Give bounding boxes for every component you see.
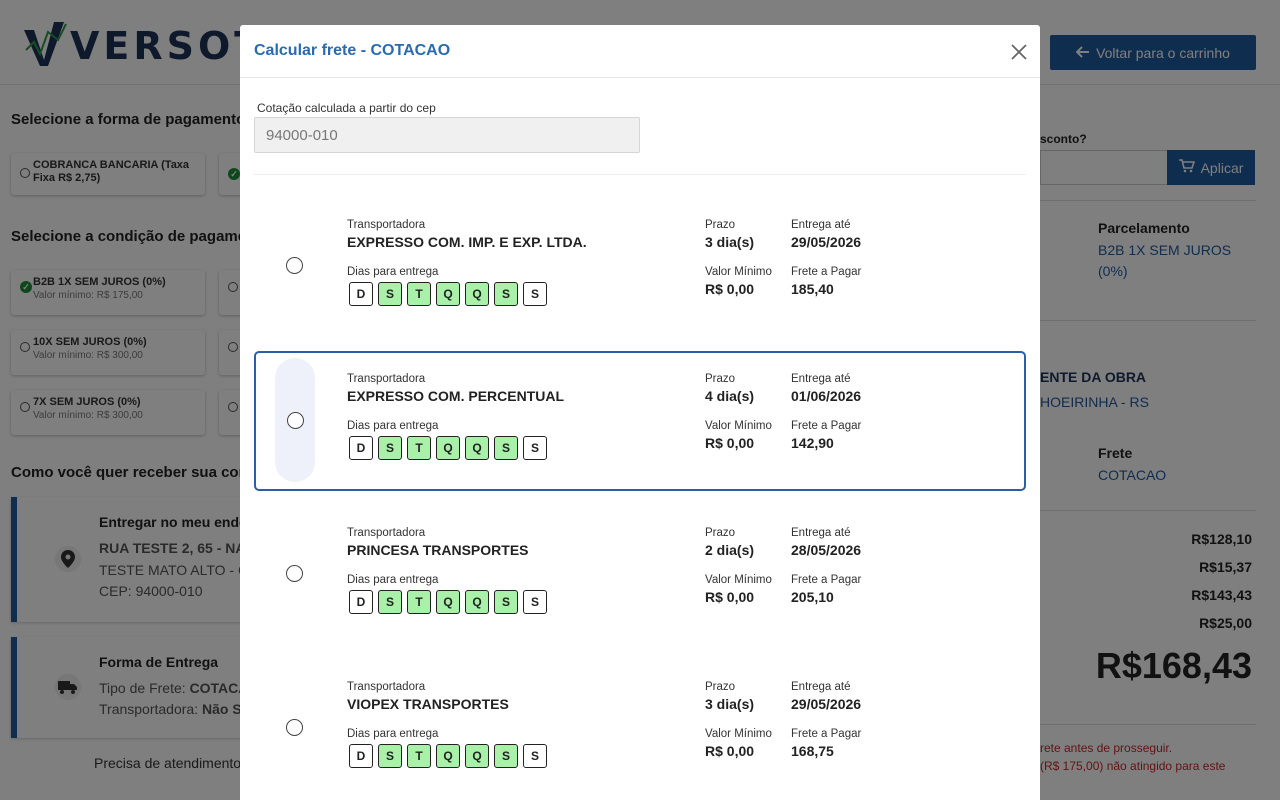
delivery-until-label: Entrega até — [791, 219, 851, 231]
day-badge: S — [378, 282, 402, 306]
min-value-label: Valor Mínimo — [705, 420, 772, 432]
day-badge: S — [523, 590, 547, 614]
close-icon — [1011, 44, 1027, 60]
freight-value: 168,75 — [791, 743, 834, 759]
min-value: R$ 0,00 — [705, 743, 755, 759]
day-badge: S — [378, 744, 402, 768]
carrier-name: EXPRESSO COM. PERCENTUAL — [347, 388, 565, 404]
delivery-until-label: Entrega até — [791, 373, 851, 385]
day-badge: Q — [465, 282, 489, 306]
delivery-days-label: Dias para entrega — [347, 728, 439, 740]
term-label: Prazo — [705, 681, 736, 693]
carrier-name: VIOPEX TRANSPORTES — [347, 696, 509, 712]
cep-label: Cotação calculada a partir do cep — [257, 101, 436, 115]
day-badge: Q — [465, 436, 489, 460]
modal-title: Calcular frete - COTACAO — [254, 42, 451, 59]
carrier-label: Transportadora — [347, 373, 426, 385]
day-badge: Q — [436, 436, 460, 460]
delivery-until-label: Entrega até — [791, 681, 851, 693]
day-badge: S — [494, 436, 518, 460]
delivery-until-value: 29/05/2026 — [791, 696, 862, 712]
min-value-label: Valor Mínimo — [705, 728, 772, 740]
delivery-days-label: Dias para entrega — [347, 266, 439, 278]
day-badge: S — [523, 436, 547, 460]
delivery-until-value: 29/05/2026 — [791, 234, 862, 250]
term-value: 3 dia(s) — [705, 696, 755, 712]
day-badge: D — [349, 744, 373, 768]
carrier-label: Transportadora — [347, 219, 426, 231]
term-value: 4 dia(s) — [705, 388, 755, 404]
day-badge: S — [378, 436, 402, 460]
day-badge: S — [494, 744, 518, 768]
carrier-option[interactable]: Transportadora PRINCESA TRANSPORTES Dias p… — [254, 505, 1026, 645]
term-value: 2 dia(s) — [705, 542, 755, 558]
carrier-option[interactable]: Transportadora EXPRESSO COM. IMP. E EXP. … — [254, 197, 1026, 337]
delivery-days: DSTQQSS — [349, 436, 547, 460]
radio-hover-area[interactable] — [274, 203, 314, 327]
freight-label: Frete a Pagar — [791, 266, 862, 278]
day-badge: Q — [465, 590, 489, 614]
delivery-days-label: Dias para entrega — [347, 574, 439, 586]
day-badge: S — [523, 282, 547, 306]
freight-value: 185,40 — [791, 281, 834, 297]
term-label: Prazo — [705, 219, 736, 231]
delivery-until-value: 01/06/2026 — [791, 388, 862, 404]
delivery-days: DSTQQSS — [349, 282, 547, 306]
day-badge: D — [349, 590, 373, 614]
day-badge: Q — [436, 744, 460, 768]
day-badge: T — [407, 590, 431, 614]
modal-header: Calcular frete - COTACAO — [240, 25, 1040, 78]
day-badge: D — [349, 282, 373, 306]
day-badge: D — [349, 436, 373, 460]
min-value-label: Valor Mínimo — [705, 266, 772, 278]
carrier-option[interactable]: Transportadora VIOPEX TRANSPORTES Dias par… — [254, 659, 1026, 799]
freight-value: 205,10 — [791, 589, 834, 605]
delivery-days: DSTQQSS — [349, 590, 547, 614]
delivery-days: DSTQQSS — [349, 744, 547, 768]
day-badge: S — [494, 282, 518, 306]
carrier-name: EXPRESSO COM. IMP. E EXP. LTDA. — [347, 234, 587, 250]
radio-hover-area[interactable] — [274, 665, 314, 789]
freight-modal: Calcular frete - COTACAO Cotação calcula… — [240, 25, 1040, 800]
carrier-label: Transportadora — [347, 527, 426, 539]
delivery-until-label: Entrega até — [791, 527, 851, 539]
delivery-days-label: Dias para entrega — [347, 420, 439, 432]
term-label: Prazo — [705, 527, 736, 539]
delivery-until-value: 28/05/2026 — [791, 542, 862, 558]
day-badge: S — [378, 590, 402, 614]
freight-label: Frete a Pagar — [791, 728, 862, 740]
carrier-option[interactable]: Transportadora EXPRESSO COM. PERCENTUAL Di… — [254, 351, 1026, 491]
radio-icon[interactable] — [286, 565, 303, 582]
term-label: Prazo — [705, 373, 736, 385]
cep-input[interactable] — [254, 117, 640, 153]
radio-hover-area[interactable] — [274, 511, 314, 635]
day-badge: S — [523, 744, 547, 768]
radio-icon[interactable] — [286, 719, 303, 736]
carrier-name: PRINCESA TRANSPORTES — [347, 542, 529, 558]
day-badge: S — [494, 590, 518, 614]
term-value: 3 dia(s) — [705, 234, 755, 250]
min-value-label: Valor Mínimo — [705, 574, 772, 586]
radio-hover-area[interactable] — [275, 358, 315, 482]
day-badge: T — [407, 744, 431, 768]
freight-label: Frete a Pagar — [791, 420, 862, 432]
day-badge: Q — [465, 744, 489, 768]
close-button[interactable] — [1007, 40, 1031, 64]
radio-icon[interactable] — [286, 257, 303, 274]
day-badge: T — [407, 436, 431, 460]
carrier-label: Transportadora — [347, 681, 426, 693]
freight-label: Frete a Pagar — [791, 574, 862, 586]
day-badge: Q — [436, 590, 460, 614]
day-badge: Q — [436, 282, 460, 306]
day-badge: T — [407, 282, 431, 306]
divider — [254, 174, 1026, 175]
min-value: R$ 0,00 — [705, 589, 755, 605]
min-value: R$ 0,00 — [705, 435, 755, 451]
freight-value: 142,90 — [791, 435, 834, 451]
radio-icon[interactable] — [287, 412, 304, 429]
min-value: R$ 0,00 — [705, 281, 755, 297]
